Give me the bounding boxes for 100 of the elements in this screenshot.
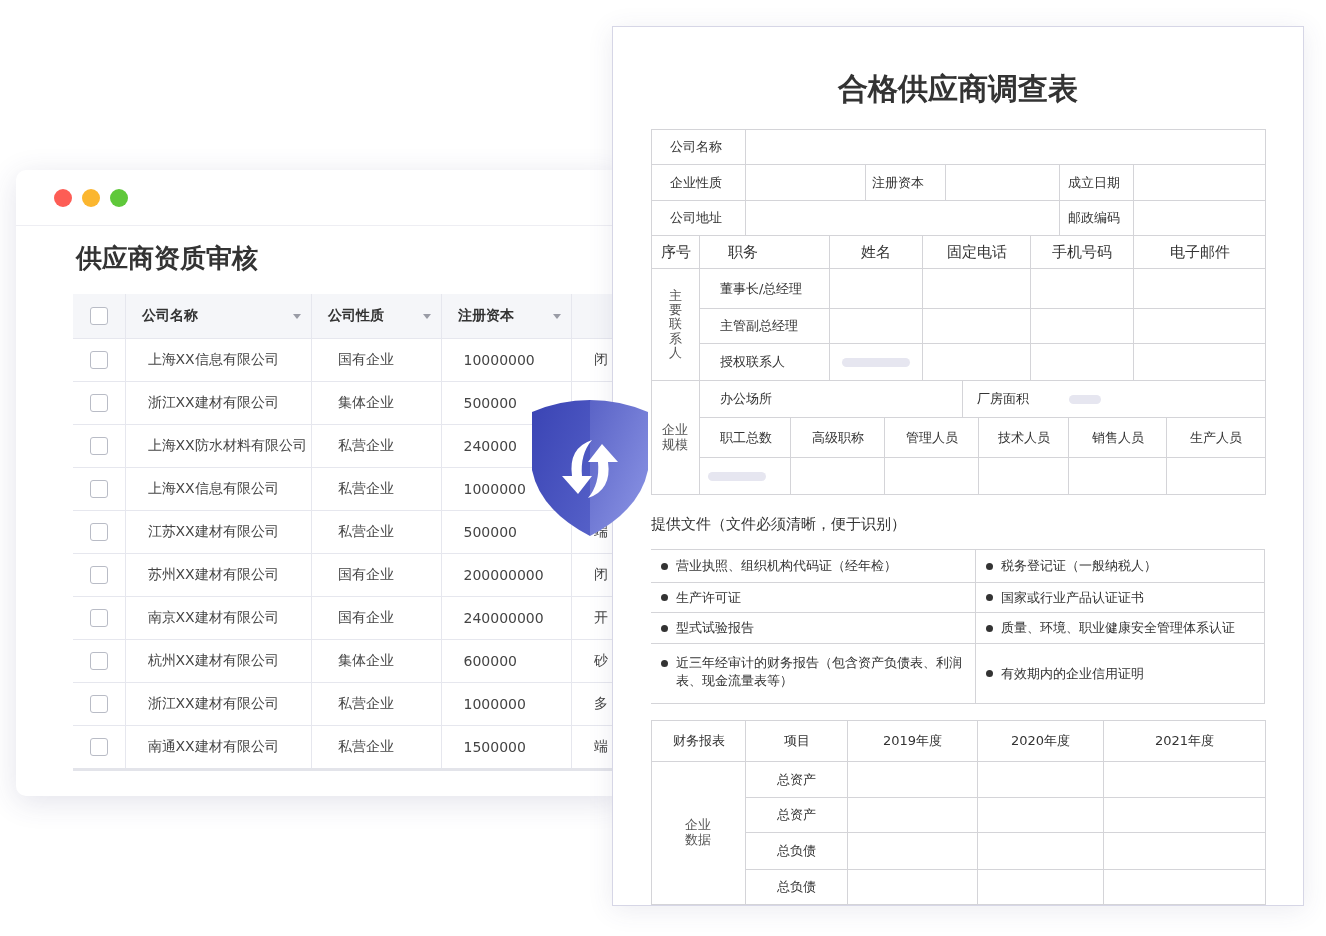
field-label: 成立日期 xyxy=(1068,174,1120,190)
bullet-icon xyxy=(986,624,993,632)
table-cell: 浙江XX建材有限公司 xyxy=(147,695,279,711)
bullet-icon xyxy=(661,660,668,667)
table-cell: 集体企业 xyxy=(337,394,394,410)
row-label: 总资产 xyxy=(777,771,816,787)
bullet-icon xyxy=(986,594,993,601)
checkbox[interactable] xyxy=(90,695,108,713)
table-cell: 杭州XX建材有限公司 xyxy=(147,652,279,668)
table-cell: 江苏XX建材有限公司 xyxy=(147,523,279,539)
checkbox[interactable] xyxy=(90,437,108,455)
column-header[interactable]: 公司性质 xyxy=(327,307,384,325)
table-cell: 开 xyxy=(593,609,608,625)
column-header: 序号 xyxy=(660,242,691,261)
form-title: 合格供应商调查表 xyxy=(836,70,1079,108)
column-header: 高级职称 xyxy=(811,429,864,445)
document-item: 营业执照、组织机构代码证（经年检） xyxy=(676,557,897,575)
column-header: 电子邮件 xyxy=(1169,242,1230,261)
column-header: 姓名 xyxy=(861,242,891,261)
table-cell: 上海XX防水材料有限公司 xyxy=(147,437,307,453)
table-cell: 上海XX信息有限公司 xyxy=(147,480,279,496)
table-cell: 私营企业 xyxy=(337,480,394,496)
table-cell: 600000 xyxy=(463,653,517,669)
table-cell: 500000 xyxy=(463,395,517,411)
document-item: 有效期内的企业信用证明 xyxy=(1001,664,1144,683)
column-header: 管理人员 xyxy=(905,429,958,445)
checkbox[interactable] xyxy=(90,652,108,670)
field-label: 办公场所 xyxy=(720,391,772,406)
document-item: 近三年经审计的财务报告（包含资产负债表、利润表、现金流量表等） xyxy=(676,654,963,690)
table-cell: 南京XX建材有限公司 xyxy=(147,609,279,625)
role-label: 董事长/总经理 xyxy=(720,280,803,296)
field-label: 公司名称 xyxy=(670,139,722,154)
role-label: 授权联系人 xyxy=(720,354,785,369)
section-heading: 提供文件（文件必须清晰，便于识别） xyxy=(651,514,907,535)
table-cell: 端 xyxy=(593,738,608,754)
column-header: 2020年度 xyxy=(1010,733,1071,748)
table-cell: 私营企业 xyxy=(337,523,394,539)
column-header: 职务 xyxy=(728,242,758,261)
column-header: 固定电话 xyxy=(946,242,1007,261)
table-cell: 浙江XX建材有限公司 xyxy=(147,394,279,410)
column-header[interactable]: 注册资本 xyxy=(457,307,514,325)
table-cell: 集体企业 xyxy=(337,652,394,668)
column-header: 项目 xyxy=(783,733,810,748)
table-cell: 砂 xyxy=(593,652,608,668)
document-item: 型式试验报告 xyxy=(676,619,754,637)
group-label: 企业规模 xyxy=(661,422,690,453)
checkbox[interactable] xyxy=(90,394,108,412)
bullet-icon xyxy=(986,670,993,677)
close-icon[interactable] xyxy=(54,188,72,207)
field-label: 公司地址 xyxy=(670,210,722,225)
document-item: 税务登记证（一般纳税人） xyxy=(1001,557,1157,575)
blank-bar xyxy=(708,471,766,481)
blank-bar xyxy=(1069,394,1101,404)
column-header: 生产人员 xyxy=(1190,429,1242,445)
minimize-icon[interactable] xyxy=(82,188,100,207)
row-label: 总负债 xyxy=(777,879,816,894)
checkbox[interactable] xyxy=(90,480,108,498)
checkbox[interactable] xyxy=(90,307,108,325)
column-header: 2021年度 xyxy=(1154,733,1215,748)
table-cell: 10000000 xyxy=(463,352,535,368)
column-header[interactable]: 公司名称 xyxy=(141,307,198,325)
document-item: 生产许可证 xyxy=(676,588,741,607)
table-cell: 240000000 xyxy=(463,610,544,626)
table-cell: 私营企业 xyxy=(337,695,394,711)
table-cell: 苏州XX建材有限公司 xyxy=(147,566,279,582)
table-cell: 1000000 xyxy=(463,481,526,497)
checkbox[interactable] xyxy=(90,351,108,369)
group-label: 主要联系人 xyxy=(669,288,682,361)
field-label: 厂房面积 xyxy=(977,390,1029,408)
column-header: 2019年度 xyxy=(882,733,943,748)
table-cell: 200000000 xyxy=(463,567,544,583)
column-header: 手机号码 xyxy=(1052,242,1112,261)
maximize-icon[interactable] xyxy=(110,188,128,207)
bullet-icon xyxy=(986,562,993,570)
window-title: 供应商资质审核 xyxy=(76,242,258,274)
column-header: 销售人员 xyxy=(1091,429,1144,445)
table-cell: 1000000 xyxy=(463,696,526,712)
document-item: 质量、环境、职业健康安全管理体系认证 xyxy=(1001,619,1235,637)
row-label: 总资产 xyxy=(777,807,816,822)
table-cell: 闭 xyxy=(593,566,608,582)
checkbox[interactable] xyxy=(90,566,108,584)
bullet-icon xyxy=(661,624,668,632)
table-cell: 上海XX信息有限公司 xyxy=(147,351,279,367)
checkbox[interactable] xyxy=(90,738,108,756)
checkbox[interactable] xyxy=(90,609,108,627)
column-header: 财务报表 xyxy=(672,733,725,748)
table-cell: 240000 xyxy=(463,438,517,454)
caret-icon xyxy=(292,313,301,319)
role-label: 主管副总经理 xyxy=(720,318,798,333)
table-cell: 500000 xyxy=(463,524,517,540)
checkbox[interactable] xyxy=(90,523,108,541)
document-item: 国家或行业产品认证证书 xyxy=(1001,588,1144,607)
bullet-icon xyxy=(661,562,668,570)
table-cell: 闭 xyxy=(593,351,608,367)
column-header: 职工总数 xyxy=(720,429,772,445)
field-label: 企业性质 xyxy=(670,174,722,190)
table-cell: 1500000 xyxy=(463,739,526,755)
caret-icon xyxy=(422,313,431,319)
group-label: 企业数据 xyxy=(684,818,713,848)
row-label: 总负债 xyxy=(777,843,816,858)
